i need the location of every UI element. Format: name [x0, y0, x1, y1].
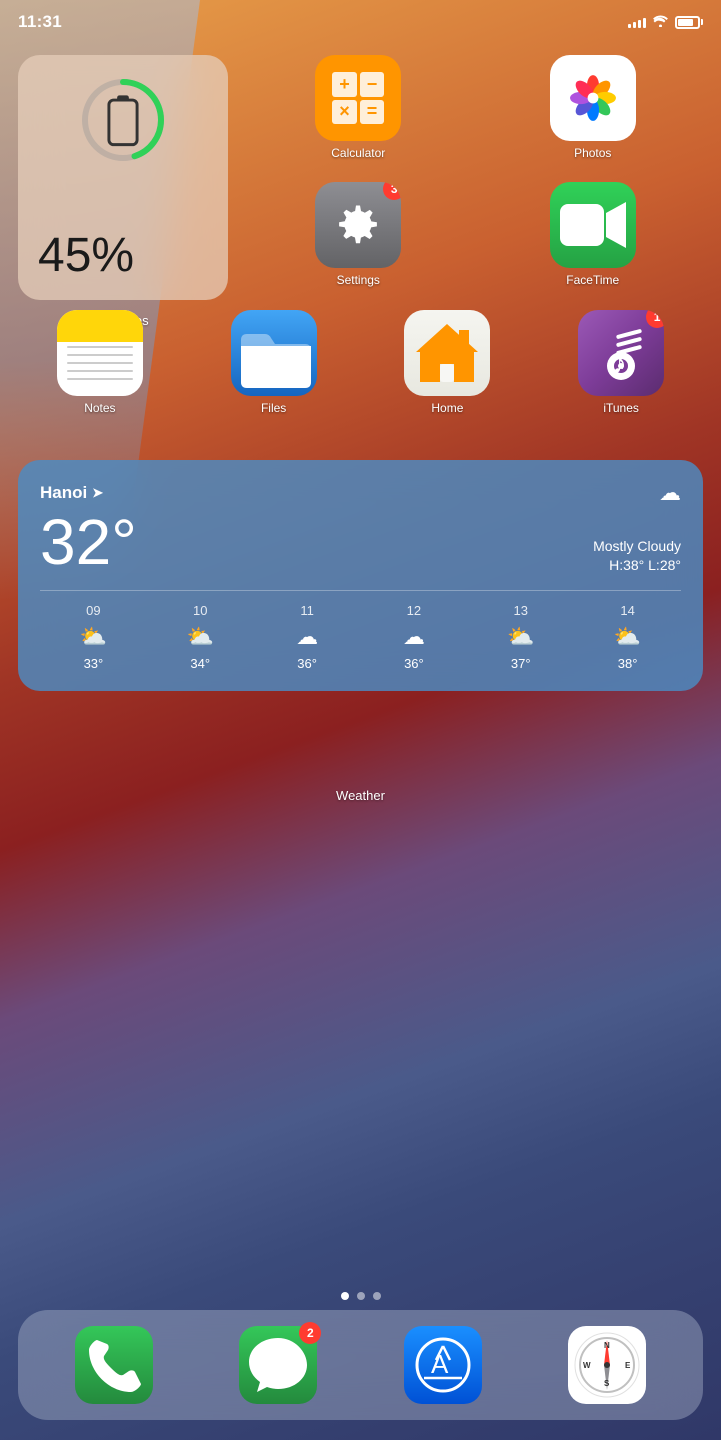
photos-label: Photos: [574, 146, 611, 160]
phone-icon: [75, 1326, 153, 1404]
app-row2: Notes Files: [18, 310, 703, 415]
forecast-item-5: 14 ⛅ 38°: [574, 603, 681, 671]
weather-widget[interactable]: Hanoi ➤ ☁ 32° Mostly Cloudy H:38° L:28° …: [18, 460, 703, 691]
settings-label: Settings: [337, 273, 380, 287]
signal-icon: [628, 16, 646, 28]
app-item-home[interactable]: Home: [366, 310, 530, 415]
battery-ring: [78, 75, 168, 165]
status-bar: 11:31: [0, 0, 721, 44]
weather-main-row: 32° Mostly Cloudy H:38° L:28°: [40, 510, 681, 576]
app-item-itunes[interactable]: 1 ♪ iTunes: [539, 310, 703, 415]
weather-cloud-icon: ☁: [659, 480, 681, 506]
app-item-calculator[interactable]: + − × = Calculator: [248, 55, 469, 160]
app-item-settings[interactable]: 3 Settings: [248, 182, 469, 287]
forecast-item-4: 13 ⛅ 37°: [467, 603, 574, 671]
messages-badge: 2: [299, 1322, 321, 1344]
dock-item-safari[interactable]: N S W E: [568, 1326, 646, 1404]
svg-text:N: N: [604, 1341, 610, 1350]
weather-condition: Mostly Cloudy: [593, 537, 681, 557]
itunes-icon: 1 ♪: [578, 310, 664, 396]
safari-icon: N S W E: [568, 1326, 646, 1404]
app-item-notes[interactable]: Notes: [18, 310, 182, 415]
location-arrow-icon: ➤: [92, 485, 103, 501]
battery-icon: [675, 16, 703, 29]
weather-temperature: 32°: [40, 510, 137, 574]
weather-header: Hanoi ➤ ☁: [40, 480, 681, 506]
dock-item-phone[interactable]: [75, 1326, 153, 1404]
home-icon: [404, 310, 490, 396]
facetime-icon: [550, 182, 636, 268]
wifi-icon: [652, 14, 669, 30]
calculator-label: Calculator: [331, 146, 385, 160]
forecast-item-2: 11 ☁ 36°: [254, 603, 361, 671]
dock-item-messages[interactable]: 2: [239, 1326, 317, 1404]
home-label: Home: [431, 401, 463, 415]
weather-forecast: 09 ⛅ 33° 10 ⛅ 34° 11 ☁ 36° 12 ☁ 36° 13 ⛅: [40, 590, 681, 671]
page-dots: [0, 1292, 721, 1300]
svg-text:♪: ♪: [612, 347, 627, 380]
svg-text:E: E: [625, 1361, 631, 1370]
weather-location: Hanoi ➤: [40, 483, 103, 503]
settings-badge: 3: [383, 182, 401, 200]
page-dot-2[interactable]: [373, 1292, 381, 1300]
files-label: Files: [261, 401, 286, 415]
app-item-files[interactable]: Files: [192, 310, 356, 415]
forecast-item-1: 10 ⛅ 34°: [147, 603, 254, 671]
photos-icon: [550, 55, 636, 141]
battery-percent: 45%: [38, 229, 134, 282]
page-dot-1[interactable]: [357, 1292, 365, 1300]
messages-icon: 2: [239, 1326, 317, 1404]
weather-label: Weather: [18, 788, 703, 803]
battery-ring-container: [38, 75, 208, 165]
facetime-label: FaceTime: [566, 273, 619, 287]
batteries-widget[interactable]: 45%: [18, 55, 228, 300]
settings-icon: 3: [315, 182, 401, 268]
itunes-label: iTunes: [603, 401, 639, 415]
dock: 2 A: [18, 1310, 703, 1420]
home-screen: 11:31: [0, 0, 721, 1440]
app-grid-row1: + − × = Calculator: [248, 55, 703, 287]
status-time: 11:31: [18, 12, 62, 32]
weather-high: H:38° L:28°: [593, 556, 681, 576]
weather-description: Mostly Cloudy H:38° L:28°: [593, 537, 681, 576]
files-icon: [231, 310, 317, 396]
dock-item-appstore[interactable]: A: [404, 1326, 482, 1404]
forecast-item-3: 12 ☁ 36°: [361, 603, 468, 671]
svg-text:W: W: [583, 1361, 591, 1370]
notes-icon: [57, 310, 143, 396]
svg-text:S: S: [604, 1379, 610, 1388]
app-item-facetime[interactable]: FaceTime: [483, 182, 704, 287]
forecast-item-0: 09 ⛅ 33°: [40, 603, 147, 671]
page-dot-0[interactable]: [341, 1292, 349, 1300]
app-item-photos[interactable]: Photos: [483, 55, 704, 160]
notes-label: Notes: [84, 401, 115, 415]
appstore-icon: A: [404, 1326, 482, 1404]
itunes-badge: 1: [646, 310, 664, 328]
status-icons: [628, 14, 703, 30]
calculator-icon: + − × =: [315, 55, 401, 141]
